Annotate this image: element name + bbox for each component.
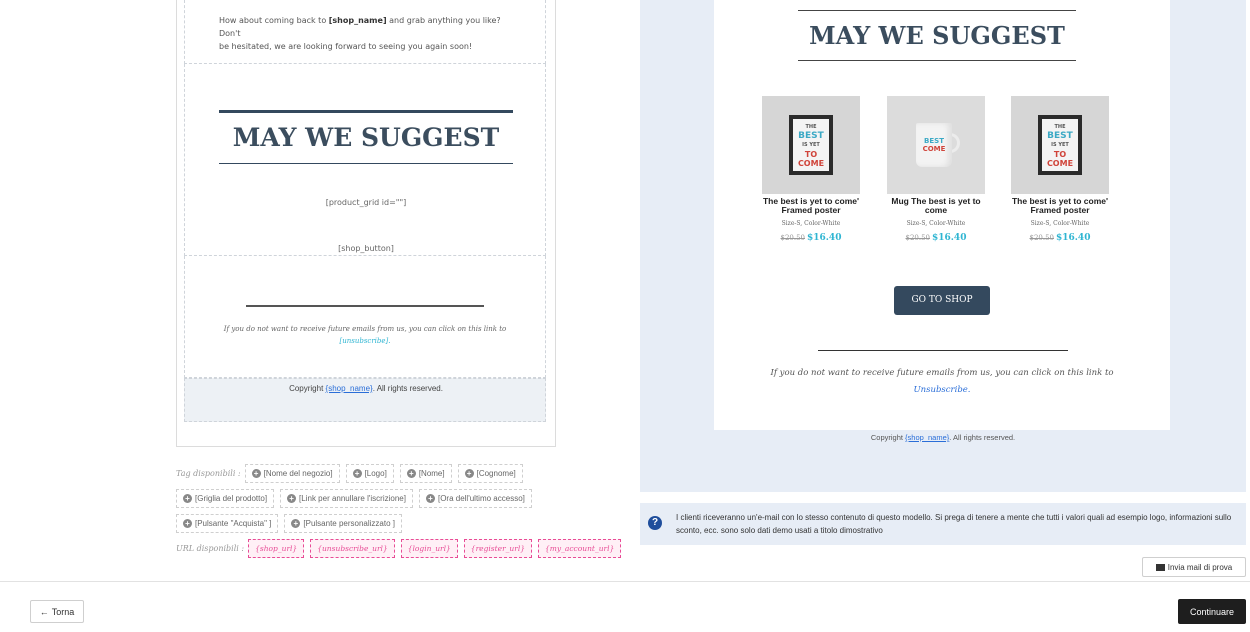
framed-poster-image: THE BEST IS YET TO COME bbox=[1011, 96, 1109, 194]
url-shop[interactable]: {shop_url} bbox=[248, 538, 305, 558]
product-price: $20.50 $16.40 bbox=[1029, 233, 1091, 243]
tag-logo[interactable]: + [Logo] bbox=[345, 463, 394, 483]
tag-last-access[interactable]: + [Ora dell'ultimo accesso] bbox=[418, 488, 532, 508]
product-name: The best is yet to come' Framed poster bbox=[762, 196, 860, 215]
arrow-left-icon: ← bbox=[39, 606, 49, 617]
send-test-mail-button[interactable]: Invia mail di prova bbox=[1142, 557, 1246, 577]
product-attributes: Size-S, Color-White bbox=[781, 220, 841, 227]
plus-icon: + bbox=[183, 518, 192, 528]
tag-custom-button[interactable]: + [Pulsante personalizzato ] bbox=[284, 513, 402, 533]
tag-last-name[interactable]: + [Cognome] bbox=[457, 463, 523, 483]
mug-shape: BEST COME bbox=[912, 119, 960, 171]
editor-separator bbox=[246, 305, 484, 307]
product-card[interactable]: THE BEST IS YET TO COME The best is yet … bbox=[1004, 96, 1116, 243]
plus-icon: + bbox=[352, 468, 362, 478]
available-tags: Tag disponibili : + [Nome del negozio] +[… bbox=[176, 462, 622, 562]
shop-button-shortcode: [shop_button] bbox=[338, 244, 394, 253]
url-register[interactable]: {register_url} bbox=[463, 538, 533, 558]
plus-icon: + bbox=[425, 493, 435, 503]
framed-poster-image: THE BEST IS YET TO COME bbox=[762, 96, 860, 194]
back-button[interactable]: ← Torna bbox=[30, 600, 84, 623]
mug-image: BEST COME bbox=[887, 96, 985, 194]
preview-footer-link[interactable]: {shop_name} bbox=[905, 433, 949, 442]
email-preview-card: MAY WE SUGGEST THE BEST IS YET TO COME T… bbox=[714, 0, 1170, 430]
tag-row: + [Pulsante "Acquista" ] + [Pulsante perso… bbox=[176, 512, 576, 534]
product-grid-shortcode: [product_grid id=""] bbox=[325, 198, 407, 207]
tag-unsubscribe-link[interactable]: + [Link per annullare l'iscrizione] bbox=[280, 488, 413, 508]
email-editor-canvas: How about coming back to [shop_name] and… bbox=[184, 0, 546, 422]
editor-title: MAY WE SUGGEST bbox=[232, 123, 500, 152]
go-to-shop-button[interactable]: GO TO SHOP bbox=[894, 286, 990, 315]
tag-shop-name[interactable]: + [Nome del negozio] bbox=[244, 463, 340, 483]
url-login[interactable]: {login_url} bbox=[400, 538, 458, 558]
tag-row: Tag disponibili : + [Nome del negozio] +[… bbox=[176, 462, 576, 484]
editor-footer-text: Copyright {shop_name}. All rights reserv… bbox=[289, 384, 443, 393]
editor-unsubscribe-link[interactable]: [unsubscribe]. bbox=[339, 337, 390, 345]
editor-footer-link[interactable]: {shop_name} bbox=[326, 384, 373, 393]
product-attributes: Size-S, Color-White bbox=[1030, 220, 1090, 227]
editor-title-wrap: MAY WE SUGGEST bbox=[219, 110, 513, 164]
poster-frame: THE BEST IS YET TO COME bbox=[1038, 115, 1082, 175]
poster-frame: THE BEST IS YET TO COME bbox=[789, 115, 833, 175]
product-price: $20.50 $16.40 bbox=[780, 233, 842, 243]
info-notice: ? I clienti riceveranno un'e-mail con lo… bbox=[640, 503, 1246, 545]
unsubscribe-block[interactable] bbox=[184, 256, 546, 378]
plus-icon: + bbox=[291, 518, 301, 528]
question-circle-icon: ? bbox=[648, 516, 662, 530]
preview-unsubscribe-link[interactable]: Unsubscribe. bbox=[914, 385, 971, 395]
editor-footer-block[interactable]: Copyright {shop_name}. All rights reserv… bbox=[184, 378, 546, 422]
tag-first-name[interactable]: + [Nome] bbox=[399, 463, 452, 483]
info-text: I clienti riceveranno un'e-mail con lo s… bbox=[676, 513, 1232, 535]
email-preview-panel: MAY WE SUGGEST THE BEST IS YET TO COME T… bbox=[640, 0, 1246, 492]
plus-icon: + bbox=[287, 493, 297, 503]
suggest-block[interactable]: MAY WE SUGGEST [product_grid id=""] [sho… bbox=[184, 64, 546, 256]
plus-icon: + bbox=[406, 468, 416, 478]
url-my-account[interactable]: {my_account_url} bbox=[538, 538, 622, 558]
envelope-icon bbox=[1155, 563, 1165, 571]
plus-icon: + bbox=[464, 468, 474, 478]
tag-row: + [Griglia del prodotto] + [Link per annul… bbox=[176, 487, 576, 509]
preview-separator bbox=[818, 350, 1068, 351]
editor-unsubscribe-text: If you do not want to receive future ema… bbox=[223, 325, 507, 345]
preview-title: MAY WE SUGGEST bbox=[809, 21, 1065, 50]
intro-text-block[interactable]: How about coming back to [shop_name] and… bbox=[184, 0, 546, 64]
plus-icon: + bbox=[183, 493, 192, 503]
urls-label: URL disponibili : bbox=[176, 543, 245, 553]
url-unsubscribe[interactable]: {unsubscribe_url} bbox=[310, 538, 395, 558]
continue-button[interactable]: Continuare bbox=[1178, 599, 1246, 624]
url-row: URL disponibili : {shop_url} {unsubscrib… bbox=[176, 537, 622, 559]
product-name: Mug The best is yet to come bbox=[891, 196, 981, 215]
plus-icon: + bbox=[251, 468, 261, 478]
preview-title-wrap: MAY WE SUGGEST bbox=[798, 10, 1076, 61]
preview-unsubscribe-text: If you do not want to receive future ema… bbox=[770, 368, 1114, 395]
product-card[interactable]: THE BEST IS YET TO COME The best is yet … bbox=[755, 96, 867, 243]
tag-shop-button[interactable]: + [Pulsante "Acquista" ] bbox=[176, 513, 279, 533]
tag-product-grid[interactable]: + [Griglia del prodotto] bbox=[176, 488, 275, 508]
product-price: $20.50 $16.40 bbox=[905, 233, 967, 243]
product-attributes: Size-S, Color-White bbox=[906, 220, 966, 227]
preview-footer: Copyright {shop_name}. All rights reserv… bbox=[870, 433, 1016, 442]
product-card[interactable]: BEST COME Mug The best is yet to come Si… bbox=[880, 96, 992, 243]
bottom-action-bar: ← Torna Continuare bbox=[0, 581, 1250, 632]
intro-text: How about coming back to [shop_name] and… bbox=[219, 16, 501, 51]
tags-label: Tag disponibili : bbox=[176, 468, 241, 478]
product-name: The best is yet to come' Framed poster bbox=[1011, 196, 1109, 215]
